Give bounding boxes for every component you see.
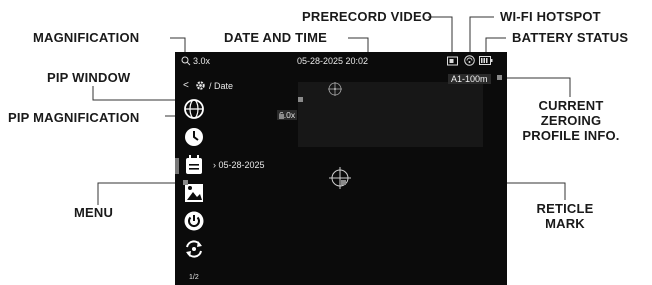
clock-icon[interactable]: [183, 126, 205, 148]
zeroing-marker: [497, 75, 502, 80]
magnification-label: MAGNIFICATION: [33, 30, 140, 45]
battery-icon: [479, 56, 493, 65]
zeroing-profile: A1-100m: [448, 74, 491, 84]
pip-window-marker: [298, 97, 303, 102]
breadcrumb-text: / Date: [209, 81, 234, 91]
reticle-line2: MARK: [545, 216, 585, 231]
back-chevron-icon[interactable]: <: [183, 80, 189, 91]
current-zeroing-line2: ZEROING: [540, 113, 602, 128]
search-icon: [181, 56, 191, 66]
power-icon[interactable]: [183, 210, 205, 232]
magnification-leader: [170, 37, 186, 52]
wifi-leader: [469, 16, 494, 52]
current-zeroing-label: CURRENT ZEROING PROFILE INFO.: [512, 98, 630, 143]
device-screen: 3.0x 05-28-2025 20:02 < / Date A1-100m 6…: [175, 52, 507, 285]
rotate-icon[interactable]: [183, 238, 205, 260]
zeroing-leader: [500, 77, 571, 97]
calendar-icon[interactable]: [183, 154, 205, 176]
gear-icon: [196, 81, 205, 90]
selection-indicator: [175, 158, 179, 174]
battery-leader: [485, 37, 506, 52]
battery-status-label: BATTERY STATUS: [512, 30, 629, 45]
date-value: › 05-28-2025: [213, 160, 265, 170]
prerecord-video-icon: [447, 56, 458, 66]
menu-label: MENU: [74, 205, 114, 220]
pip-mag-marker: [279, 114, 284, 119]
page-indicator: 1/2: [189, 274, 199, 281]
wifi-hotspot-label: WI-FI HOTSPOT: [500, 9, 601, 24]
menu-leader: [97, 182, 185, 205]
reticle-mark-label: RETICLE MARK: [525, 201, 605, 231]
pip-reticle-icon: [328, 82, 342, 96]
wifi-hotspot-icon: [464, 55, 475, 66]
reticle-line1: RETICLE: [536, 201, 594, 216]
reticle-marker: [341, 180, 346, 185]
globe-icon[interactable]: [183, 98, 205, 120]
pip-magnification-label: PIP MAGNIFICATION: [8, 110, 140, 125]
reticle-icon: [329, 167, 351, 189]
magnification-value: 3.0x: [193, 56, 211, 66]
current-zeroing-line3: PROFILE INFO.: [522, 128, 620, 143]
prerecord-video-label: PRERECORD VIDEO: [302, 9, 433, 24]
current-zeroing-line1: CURRENT: [538, 98, 604, 113]
date-time-label: DATE AND TIME: [224, 30, 327, 45]
pip-window-label: PIP WINDOW: [47, 70, 131, 85]
photo-icon[interactable]: [183, 182, 205, 204]
pip-window: [298, 82, 483, 147]
datetime-value: 05-28-2025 20:02: [297, 56, 369, 66]
date-time-leader: [348, 37, 369, 52]
menu-marker: [183, 180, 188, 185]
